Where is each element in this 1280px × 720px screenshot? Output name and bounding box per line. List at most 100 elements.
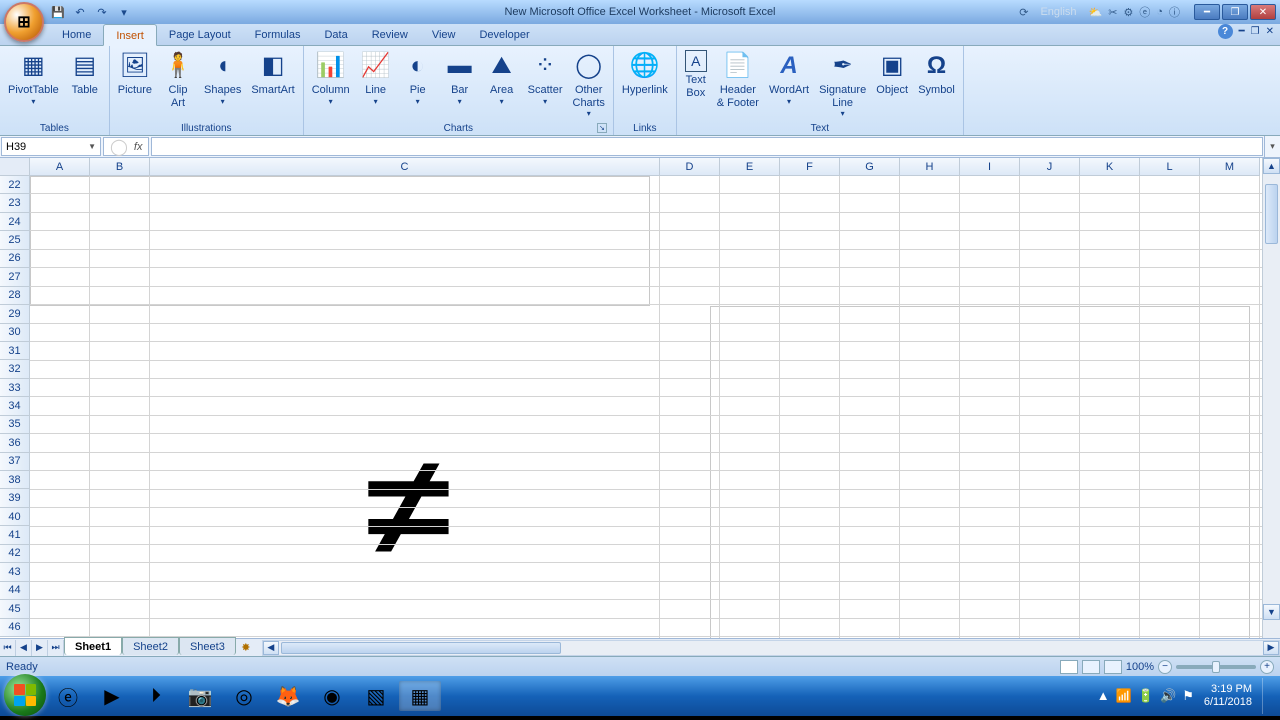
hscroll-thumb[interactable] — [281, 642, 561, 654]
scroll-up-icon[interactable]: ▲ — [1263, 158, 1280, 174]
column-header[interactable]: E — [720, 158, 780, 176]
close-button[interactable]: ✕ — [1250, 4, 1276, 20]
vertical-scrollbar[interactable]: ▲ ▼ — [1262, 158, 1280, 638]
taskbar-media-icon[interactable]: ▶ — [91, 681, 133, 711]
row-header[interactable]: 34 — [0, 397, 30, 415]
titlebar-icon[interactable]: ⓔ — [1139, 4, 1150, 20]
row-header[interactable]: 23 — [0, 194, 30, 212]
row-header[interactable]: 30 — [0, 324, 30, 342]
other-charts-button[interactable]: ◯Other Charts▾ — [569, 48, 609, 120]
zoom-in-button[interactable]: + — [1260, 660, 1274, 674]
start-button[interactable] — [4, 674, 46, 716]
tab-view[interactable]: View — [420, 24, 468, 45]
page-layout-view-button[interactable] — [1082, 660, 1100, 674]
row-header[interactable]: 41 — [0, 526, 30, 544]
charts-dialog-launcher[interactable]: ↘ — [597, 123, 607, 133]
row-header[interactable]: 22 — [0, 176, 30, 194]
scroll-thumb[interactable] — [1265, 184, 1278, 244]
taskbar-clock[interactable]: 3:19 PM 6/11/2018 — [1204, 683, 1252, 709]
zoom-slider[interactable] — [1176, 665, 1256, 669]
office-button[interactable]: ⊞ — [4, 2, 44, 42]
normal-view-button[interactable] — [1060, 660, 1078, 674]
scroll-down-icon[interactable]: ▼ — [1263, 604, 1280, 620]
hyperlink-button[interactable]: 🌐Hyperlink — [618, 48, 672, 99]
column-header[interactable]: I — [960, 158, 1020, 176]
row-header[interactable]: 31 — [0, 342, 30, 360]
column-header[interactable]: L — [1140, 158, 1200, 176]
undo-icon[interactable]: ↶ — [72, 4, 88, 20]
zoom-percent[interactable]: 100% — [1126, 661, 1154, 673]
row-header[interactable]: 24 — [0, 213, 30, 231]
tab-home[interactable]: Home — [50, 24, 103, 45]
row-header[interactable]: 40 — [0, 508, 30, 526]
not-equal-symbol-shape[interactable]: ≠ — [366, 436, 451, 576]
column-header[interactable]: A — [30, 158, 90, 176]
taskbar-app-icon[interactable]: ◎ — [223, 681, 265, 711]
column-header[interactable]: K — [1080, 158, 1140, 176]
row-header[interactable]: 32 — [0, 360, 30, 378]
titlebar-icon[interactable]: ⓘ — [1169, 4, 1180, 20]
signature-line-button[interactable]: ✒Signature Line▾ — [815, 48, 870, 120]
column-header[interactable]: D — [660, 158, 720, 176]
column-header[interactable]: M — [1200, 158, 1260, 176]
bar-chart-button[interactable]: ▬Bar▾ — [440, 48, 480, 108]
tab-page-layout[interactable]: Page Layout — [157, 24, 243, 45]
row-header[interactable]: 44 — [0, 582, 30, 600]
column-header[interactable]: H — [900, 158, 960, 176]
taskbar-app-icon[interactable]: 📷 — [179, 681, 221, 711]
tab-formulas[interactable]: Formulas — [243, 24, 313, 45]
header-footer-button[interactable]: 📄Header & Footer — [713, 48, 763, 111]
minimize-button[interactable]: ━ — [1194, 4, 1220, 20]
object-button[interactable]: ▣Object — [872, 48, 912, 99]
column-header[interactable]: G — [840, 158, 900, 176]
taskbar-app-icon[interactable]: ▧ — [355, 681, 397, 711]
sheet-tab-1[interactable]: Sheet1 — [64, 637, 122, 655]
cells-area[interactable]: ≠ — [30, 176, 1262, 638]
line-chart-button[interactable]: 📈Line▾ — [356, 48, 396, 108]
last-sheet-button[interactable]: ⏭ — [48, 640, 64, 656]
row-header[interactable]: 39 — [0, 489, 30, 507]
row-header[interactable]: 25 — [0, 231, 30, 249]
cancel-icon[interactable]: ◯ — [110, 137, 128, 157]
show-desktop-button[interactable] — [1262, 678, 1274, 714]
row-header[interactable]: 43 — [0, 563, 30, 581]
symbol-button[interactable]: ΩSymbol — [914, 48, 959, 99]
scatter-chart-button[interactable]: ⁘Scatter▾ — [524, 48, 567, 108]
tray-battery-icon[interactable]: 🔋 — [1138, 688, 1154, 704]
column-headers[interactable]: ABCDEFGHIJKLM — [30, 158, 1262, 176]
taskbar-chrome-icon[interactable]: ◉ — [311, 681, 353, 711]
column-header[interactable]: C — [150, 158, 660, 176]
tab-review[interactable]: Review — [360, 24, 420, 45]
save-icon[interactable]: 💾 — [50, 4, 66, 20]
shapes-button[interactable]: ◖Shapes▾ — [200, 48, 245, 108]
sheet-tab-3[interactable]: Sheet3 — [179, 637, 236, 655]
column-header[interactable]: F — [780, 158, 840, 176]
clipart-button[interactable]: 🧍Clip Art — [158, 48, 198, 111]
row-header[interactable]: 45 — [0, 600, 30, 618]
smartart-button[interactable]: ◧SmartArt — [247, 48, 298, 99]
redo-icon[interactable]: ↷ — [94, 4, 110, 20]
help-icon[interactable]: ? — [1218, 24, 1233, 39]
column-header[interactable]: B — [90, 158, 150, 176]
zoom-slider-thumb[interactable] — [1212, 661, 1220, 673]
row-header[interactable]: 37 — [0, 453, 30, 471]
row-header[interactable]: 35 — [0, 416, 30, 434]
taskbar-excel-icon[interactable]: ▦ — [399, 681, 441, 711]
titlebar-icon[interactable]: ✂ — [1108, 6, 1117, 19]
pie-chart-button[interactable]: ◐Pie▾ — [398, 48, 438, 108]
titlebar-icon[interactable]: ◔ — [1156, 6, 1163, 18]
page-break-view-button[interactable] — [1104, 660, 1122, 674]
tray-show-hidden-icon[interactable]: ▲ — [1097, 688, 1110, 704]
tab-data[interactable]: Data — [312, 24, 359, 45]
select-all-corner[interactable] — [0, 158, 30, 176]
row-header[interactable]: 46 — [0, 619, 30, 637]
area-chart-button[interactable]: ⛰Area▾ — [482, 48, 522, 108]
row-headers[interactable]: 2223242526272829303132333435363738394041… — [0, 176, 30, 638]
row-header[interactable]: 42 — [0, 545, 30, 563]
tray-action-center-icon[interactable]: ⚑ — [1182, 688, 1194, 704]
picture-button[interactable]: 🖼Picture — [114, 48, 156, 99]
namebox-dropdown-icon[interactable]: ▼ — [88, 142, 96, 151]
qat-customize-icon[interactable]: ▾ — [116, 4, 132, 20]
taskbar-ie-icon[interactable]: ⓔ — [47, 681, 89, 711]
fx-icon[interactable]: fx — [134, 141, 143, 153]
